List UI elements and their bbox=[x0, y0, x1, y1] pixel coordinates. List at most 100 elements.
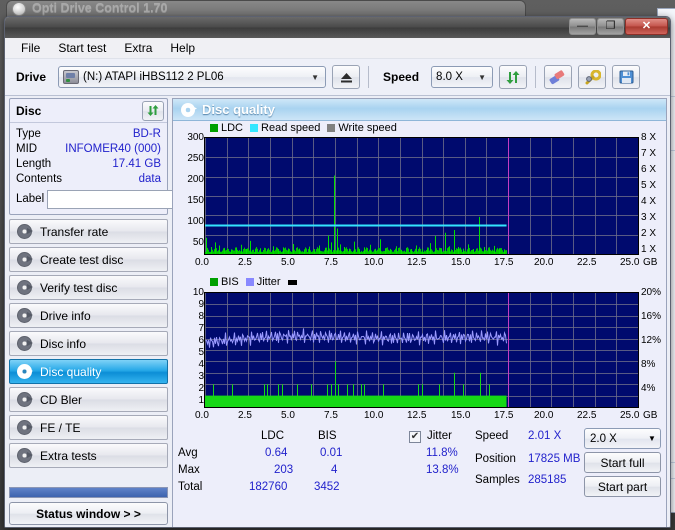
menu-item-start-test[interactable]: Start test bbox=[49, 39, 115, 57]
bis-ytick-10: 10 bbox=[192, 287, 204, 298]
ldc-plot-area[interactable] bbox=[204, 137, 639, 255]
sidebar-item-label: Drive info bbox=[40, 308, 91, 323]
sidebar-item-label: Disc quality bbox=[40, 364, 102, 379]
menu-item-file[interactable]: File bbox=[12, 39, 49, 57]
legend-swatch-extra bbox=[287, 279, 297, 285]
test-speed-select-value: 2.0 X bbox=[590, 432, 617, 445]
stats-row-label-avg: Avg bbox=[178, 447, 198, 459]
bis-xtick-22.5: 22.5 bbox=[577, 410, 597, 421]
bis-xtick-2.5: 2.5 bbox=[238, 410, 252, 421]
stats-value-samples: 285185 bbox=[528, 474, 567, 486]
drive-select-value: (N:) ATAPI iHBS112 2 PL06 bbox=[83, 71, 224, 83]
ldc-xtick-22.5: 22.5 bbox=[577, 257, 597, 268]
sidebar-item-cd-bler[interactable]: CD Bler bbox=[9, 387, 168, 412]
close-button[interactable]: ✕ bbox=[625, 18, 668, 35]
disc-properties: Type BD-R MID INFOMER40 (000) Length 17.… bbox=[10, 123, 217, 214]
eject-button[interactable] bbox=[332, 65, 361, 89]
menu-item-help[interactable]: Help bbox=[161, 39, 204, 57]
disc-refresh-button[interactable] bbox=[142, 100, 164, 121]
stats-header-bis: BIS bbox=[318, 430, 337, 442]
stats-header-jitter: Jitter bbox=[427, 430, 452, 442]
sidebar-item-transfer-rate[interactable]: Transfer rate bbox=[9, 219, 168, 244]
sidebar-accent-bar bbox=[9, 487, 168, 498]
minimize-button[interactable]: — bbox=[569, 18, 596, 35]
sidebar-item-extra-tests[interactable]: Extra tests bbox=[9, 443, 168, 468]
nav-list: Transfer rate Create test disc Verify te… bbox=[9, 219, 168, 468]
tools-icon bbox=[585, 69, 601, 84]
bis-ytick-7: 7 bbox=[198, 323, 204, 334]
sidebar-item-fe-te[interactable]: FE / TE bbox=[9, 415, 168, 440]
bis-xtick-17.5: 17.5 bbox=[494, 410, 514, 421]
bis-ytick-2: 2 bbox=[198, 383, 204, 394]
sidebar-item-verify-test-disc[interactable]: Verify test disc bbox=[9, 275, 168, 300]
window-titlebar[interactable]: — ❐ ✕ bbox=[5, 17, 670, 38]
speed-select[interactable]: 8.0 X ▼ bbox=[431, 66, 494, 88]
disc-icon bbox=[17, 336, 32, 351]
page-title: Disc quality bbox=[202, 102, 275, 117]
menu-item-extra[interactable]: Extra bbox=[115, 39, 161, 57]
bis-xtick-15: 15.0 bbox=[451, 410, 471, 421]
bis-y2tick-12pct: 12% bbox=[641, 335, 662, 346]
sidebar-item-label: CD Bler bbox=[40, 392, 83, 407]
stats-avg-bis: 0.01 bbox=[320, 447, 343, 459]
ldc-y2tick-6x: 6 X bbox=[641, 164, 657, 175]
toolbar: Drive (N:) ATAPI iHBS112 2 PL06 ▼ Speed … bbox=[5, 59, 670, 96]
drive-icon bbox=[63, 70, 80, 84]
stats-label-speed: Speed bbox=[475, 430, 509, 442]
disc-contents-value: data bbox=[138, 172, 161, 185]
start-part-button[interactable]: Start part bbox=[584, 476, 661, 497]
disc-label-caption: Label bbox=[16, 193, 45, 205]
start-full-button[interactable]: Start full bbox=[584, 452, 661, 473]
bis-xtick-10: 10.0 bbox=[364, 410, 384, 421]
toolbar-separator-1 bbox=[368, 66, 370, 88]
sidebar-bottom-pad bbox=[9, 525, 168, 527]
window-body: Disc Type BD-R MID INFOMER40 (000) Lengt… bbox=[5, 96, 670, 527]
legend-label-write-speed: Write speed bbox=[338, 122, 397, 134]
bis-xtick-12.5: 12.5 bbox=[407, 410, 427, 421]
disc-row-type: Type BD-R bbox=[16, 126, 161, 141]
stats-total-ldc: 182760 bbox=[249, 481, 288, 493]
erase-button[interactable] bbox=[544, 65, 573, 89]
legend-swatch-read-speed bbox=[250, 124, 259, 132]
disc-icon bbox=[17, 308, 32, 323]
save-button[interactable] bbox=[612, 65, 641, 89]
bis-plot-series bbox=[205, 293, 638, 407]
sidebar-item-label: Create test disc bbox=[40, 252, 124, 267]
stats-label-samples: Samples bbox=[475, 474, 520, 486]
disc-icon bbox=[17, 420, 32, 435]
drive-select[interactable]: (N:) ATAPI iHBS112 2 PL06 ▼ bbox=[58, 66, 327, 88]
legend-label-jitter: Jitter bbox=[256, 276, 281, 288]
maximize-button[interactable]: ❐ bbox=[597, 18, 624, 35]
disc-mid-value: INFOMER40 (000) bbox=[65, 142, 161, 155]
ldc-ytick-50: 50 bbox=[192, 237, 204, 248]
sidebar-item-disc-info[interactable]: Disc info bbox=[9, 331, 168, 356]
bis-chart-legend: BIS Jitter bbox=[210, 276, 297, 288]
ldc-xtick-2.5: 2.5 bbox=[238, 257, 252, 268]
legend-swatch-write-speed bbox=[327, 124, 336, 132]
ldc-y2tick-4x: 4 X bbox=[641, 196, 657, 207]
bis-plot-area[interactable] bbox=[204, 292, 639, 408]
speed-label: Speed bbox=[383, 70, 420, 84]
disc-panel-title: Disc bbox=[16, 103, 42, 118]
stats-row-label-max: Max bbox=[178, 464, 200, 476]
sidebar-item-create-test-disc[interactable]: Create test disc bbox=[9, 247, 168, 272]
sidebar-item-disc-quality[interactable]: Disc quality bbox=[9, 359, 168, 384]
background-app-icon bbox=[12, 2, 26, 16]
legend-entry-bis: BIS bbox=[210, 276, 239, 288]
bis-ytick-3: 3 bbox=[198, 371, 204, 382]
toolbar-separator-2 bbox=[535, 66, 537, 88]
jitter-checkbox[interactable]: ✔ bbox=[409, 431, 421, 443]
legend-swatch-bis bbox=[210, 278, 218, 286]
refresh-button[interactable] bbox=[499, 65, 528, 89]
content-panel: Disc quality LDC Read speed Write speed bbox=[172, 98, 667, 527]
speed-select-value: 8.0 X bbox=[436, 71, 463, 83]
eraser-icon bbox=[549, 69, 565, 84]
test-speed-select[interactable]: 2.0 X ▼ bbox=[584, 428, 661, 449]
settings-button[interactable] bbox=[578, 65, 607, 89]
stats-value-position: 17825 MB bbox=[528, 453, 581, 465]
status-window-button[interactable]: Status window > > bbox=[9, 502, 168, 525]
sidebar-item-label: FE / TE bbox=[40, 420, 81, 435]
bis-y2tick-20pct: 20% bbox=[641, 287, 662, 298]
sidebar-item-drive-info[interactable]: Drive info bbox=[9, 303, 168, 328]
